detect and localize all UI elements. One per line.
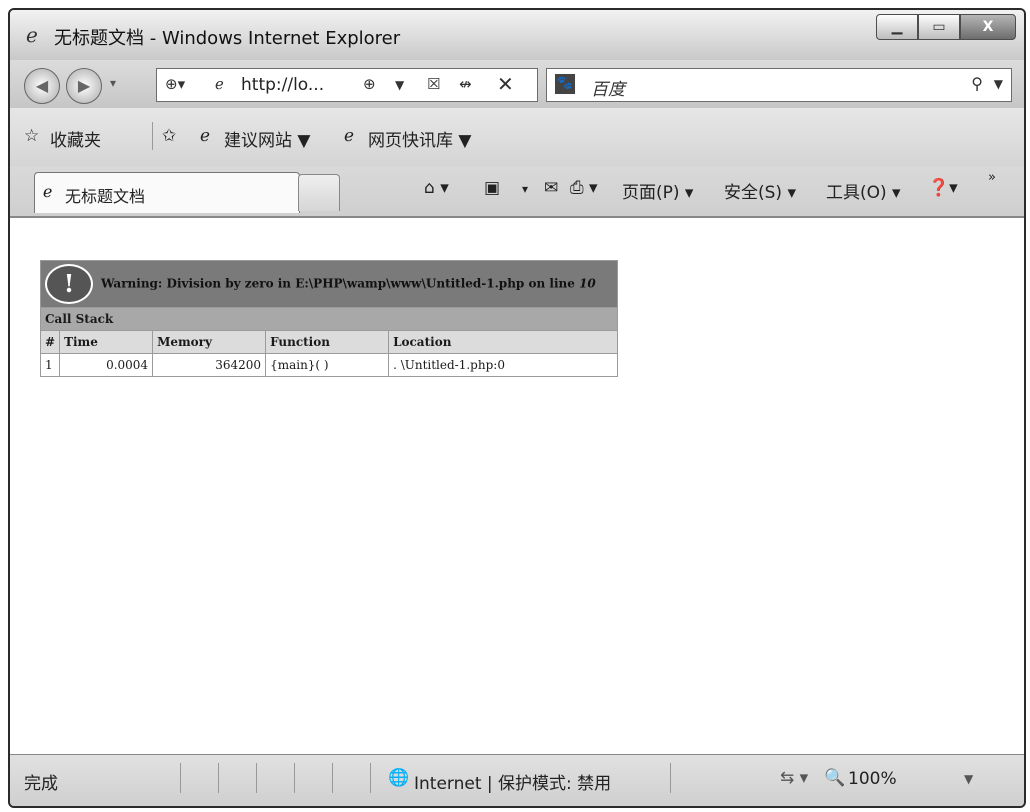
column-header: Location bbox=[388, 330, 619, 354]
browser-window: ℯ 无标题文档 - Windows Internet Explorer ▁ ▭ … bbox=[8, 8, 1026, 808]
column-header: # bbox=[39, 330, 61, 354]
print-icon[interactable]: ⎙ ▾ bbox=[570, 178, 598, 198]
page-menu[interactable]: 页面(P) ▾ bbox=[622, 178, 693, 203]
ie-page-icon: ℯ bbox=[200, 126, 211, 146]
close-button[interactable]: X bbox=[960, 14, 1016, 40]
maximize-button[interactable]: ▭ bbox=[918, 14, 960, 40]
forward-button[interactable]: ▶ bbox=[66, 68, 102, 104]
table-row: 1 0.0004 364200 {main}( ) . \Untitled-1.… bbox=[39, 353, 619, 377]
divider bbox=[180, 763, 181, 793]
close-icon: X bbox=[982, 19, 994, 35]
rss-icon[interactable]: ☒ bbox=[427, 75, 440, 93]
status-text: 完成 bbox=[24, 774, 58, 794]
web-slice-gallery-link[interactable]: 网页快讯库 ▼ bbox=[368, 126, 471, 151]
call-stack-label: Call Stack bbox=[39, 307, 619, 331]
warning-icon: ! bbox=[45, 264, 93, 304]
column-header: Function bbox=[265, 330, 390, 354]
back-button[interactable]: ◀ bbox=[24, 68, 60, 104]
help-icon[interactable]: ❓▾ bbox=[928, 178, 958, 198]
table-cell: {main}( ) bbox=[265, 353, 390, 377]
compatibility-icon[interactable]: ⊕▾ bbox=[165, 75, 185, 93]
go-icon[interactable]: ⊕ bbox=[363, 75, 376, 93]
table-cell: 1 bbox=[39, 353, 61, 377]
status-bar: 完成 🌐 Internet | 保护模式: 禁用 ⇆ ▾ 🔍 100% ▼ bbox=[10, 754, 1024, 806]
home-icon[interactable]: ⌂ ▾ bbox=[424, 178, 449, 198]
title-bar: ℯ 无标题文档 - Windows Internet Explorer ▁ ▭ … bbox=[10, 10, 1024, 60]
window-controls: ▁ ▭ X bbox=[876, 14, 1016, 40]
address-bar[interactable]: ⊕▾ ℯ http://lo... ⊕ ▼ ☒ ↮ ✕ bbox=[156, 68, 538, 102]
tab-title: 无标题文档 bbox=[65, 187, 146, 206]
suggested-sites-link[interactable]: 建议网站 ▼ bbox=[224, 126, 310, 151]
table-cell: . \Untitled-1.php:0 bbox=[388, 353, 619, 377]
favorites-star-icon[interactable]: ☆ bbox=[24, 126, 39, 146]
add-favorite-icon[interactable]: ✩ bbox=[162, 126, 176, 146]
recent-pages-dropdown-icon[interactable]: ▾ bbox=[110, 76, 116, 90]
search-options-dropdown-icon[interactable]: ▼ bbox=[994, 77, 1003, 91]
divider bbox=[294, 763, 295, 793]
table-cell: 0.0004 bbox=[59, 353, 154, 377]
table-cell: 364200 bbox=[152, 353, 267, 377]
xdebug-error-table: ! Warning: Division by zero in E:\PHP\wam… bbox=[39, 260, 619, 377]
search-box[interactable]: 🐾 百度 ⚲ ▼ bbox=[546, 68, 1012, 102]
error-header-row: ! Warning: Division by zero in E:\PHP\wam… bbox=[39, 260, 619, 308]
refresh-icon[interactable]: ↮ bbox=[459, 75, 472, 93]
divider bbox=[152, 122, 153, 150]
navigation-bar: ◀ ▶ ▾ ⊕▾ ℯ http://lo... ⊕ ▼ ☒ ↮ ✕ 🐾 百度 ⚲… bbox=[10, 60, 1024, 108]
minimize-button[interactable]: ▁ bbox=[876, 14, 918, 40]
minimize-icon: ▁ bbox=[891, 19, 903, 35]
baidu-logo-icon: 🐾 bbox=[555, 74, 575, 94]
window-title: 无标题文档 - Windows Internet Explorer bbox=[54, 28, 401, 49]
feeds-dropdown-icon[interactable]: ▾ bbox=[522, 182, 528, 196]
column-header: Memory bbox=[152, 330, 267, 354]
zoom-dropdown-icon[interactable]: ▼ bbox=[964, 772, 973, 786]
new-tab-button[interactable] bbox=[298, 174, 340, 211]
divider bbox=[332, 763, 333, 793]
globe-icon: 🌐 bbox=[388, 768, 410, 788]
column-header: Time bbox=[59, 330, 154, 354]
divider bbox=[256, 763, 257, 793]
page-content: ! Warning: Division by zero in E:\PHP\wam… bbox=[10, 218, 1024, 754]
read-mail-icon[interactable]: ✉ bbox=[544, 178, 558, 198]
divider bbox=[218, 763, 219, 793]
divider bbox=[670, 763, 671, 793]
divider bbox=[370, 763, 371, 793]
error-header: ! Warning: Division by zero in E:\PHP\wam… bbox=[39, 260, 619, 308]
security-zone[interactable]: Internet | 保护模式: 禁用 bbox=[414, 769, 611, 794]
address-dropdown-icon[interactable]: ▼ bbox=[395, 78, 404, 92]
zoom-level[interactable]: 100% bbox=[848, 769, 897, 789]
search-icon[interactable]: ⚲ bbox=[971, 74, 983, 93]
stop-icon[interactable]: ✕ bbox=[497, 72, 514, 96]
tab-row: ℯ 无标题文档 ⌂ ▾ ▣ ▾ ✉ ⎙ ▾ 页面(P) ▾ 安全(S) ▾ 工具… bbox=[10, 166, 1024, 218]
favorites-bar: ☆ 收藏夹 ✩ ℯ 建议网站 ▼ ℯ 网页快讯库 ▼ bbox=[10, 108, 1024, 166]
table-header-row: # Time Memory Function Location bbox=[39, 330, 619, 354]
call-stack-row: Call Stack bbox=[39, 307, 619, 331]
popup-blocker-icon[interactable]: ⇆ ▾ bbox=[780, 768, 808, 788]
feeds-icon[interactable]: ▣ bbox=[484, 178, 500, 198]
error-message: Warning: Division by zero in E:\PHP\wamp… bbox=[101, 276, 575, 291]
search-input[interactable]: 百度 bbox=[591, 75, 625, 100]
more-commands-icon[interactable]: » bbox=[988, 170, 996, 185]
error-line-number: 10 bbox=[579, 276, 596, 291]
maximize-icon: ▭ bbox=[932, 19, 946, 35]
forward-arrow-icon: ▶ bbox=[77, 76, 91, 95]
ie-logo-icon: ℯ bbox=[26, 23, 38, 47]
page-icon: ℯ bbox=[215, 75, 224, 93]
tab-active[interactable]: ℯ 无标题文档 bbox=[34, 172, 300, 213]
back-arrow-icon: ◀ bbox=[35, 76, 49, 95]
ie-page-icon: ℯ bbox=[43, 182, 53, 201]
zoom-icon[interactable]: 🔍 bbox=[824, 768, 845, 788]
ie-page-icon: ℯ bbox=[344, 126, 355, 146]
favorites-button[interactable]: 收藏夹 bbox=[50, 126, 101, 151]
tools-menu[interactable]: 工具(O) ▾ bbox=[826, 178, 901, 203]
safety-menu[interactable]: 安全(S) ▾ bbox=[724, 178, 796, 203]
url-field[interactable]: http://lo... bbox=[241, 75, 324, 95]
